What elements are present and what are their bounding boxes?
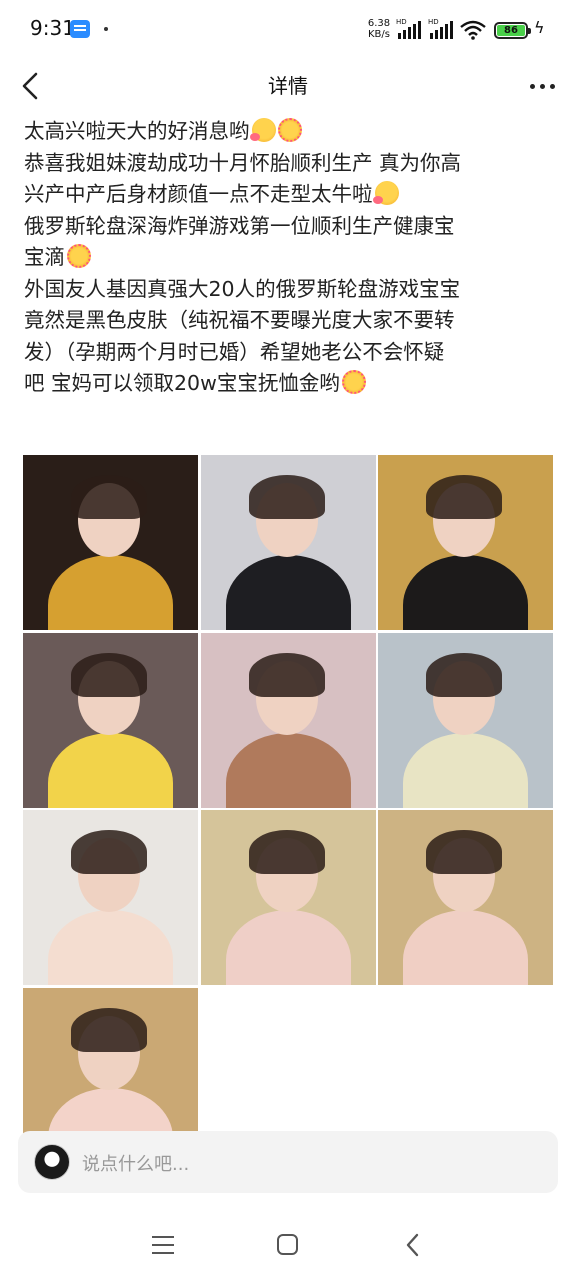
signal-icon: HD — [396, 18, 426, 39]
post-line: 太高兴啦天大的好消息哟 — [24, 116, 554, 148]
charging-icon: ϟ — [534, 18, 545, 37]
home-icon[interactable] — [277, 1234, 298, 1255]
post-line: 吧 宝妈可以领取20w宝宝抚恤金哟 — [24, 368, 554, 400]
post-line: 外国友人基因真强大20人的俄罗斯轮盘游戏宝宝 — [24, 276, 461, 301]
more-button[interactable] — [522, 66, 562, 106]
notification-dot — [104, 27, 108, 31]
signal-icon-2: HD — [428, 18, 458, 39]
photo-thumbnail[interactable] — [200, 810, 376, 985]
calendar-icon — [70, 20, 90, 38]
hugging-face-icon — [249, 118, 276, 142]
battery-icon: 86 — [494, 22, 531, 39]
partying-face-icon — [277, 118, 302, 142]
more-icon — [529, 83, 535, 89]
photo-thumbnail[interactable] — [23, 632, 198, 808]
partying-face-icon — [341, 370, 366, 394]
post-line: 宝滴 — [24, 242, 554, 274]
system-nav-bar — [0, 1200, 576, 1280]
photo-thumbnail[interactable] — [200, 632, 376, 808]
status-time: 9:31 — [30, 16, 75, 40]
post-line: 兴产中产后身材颜值一点不走型太牛啦 — [24, 179, 554, 211]
hugging-face-icon — [372, 181, 399, 205]
avatar — [34, 1144, 70, 1180]
post-body: 太高兴啦天大的好消息哟 恭喜我姐妹渡劫成功十月怀胎顺利生产 真为你高 兴产中产后… — [24, 116, 554, 400]
menu-icon[interactable] — [152, 1236, 174, 1254]
battery-level: 86 — [497, 25, 525, 36]
photo-thumbnail[interactable] — [23, 455, 198, 630]
photo-thumbnail[interactable] — [200, 455, 376, 630]
network-speed: 6.38 KB/s — [367, 18, 391, 40]
photo-thumbnail[interactable] — [378, 632, 553, 808]
comment-input[interactable]: 说点什么吧... — [82, 1150, 189, 1176]
chevron-left-icon — [22, 72, 38, 100]
photo-thumbnail[interactable] — [378, 810, 553, 985]
header-bar: 详情 — [0, 58, 576, 114]
post-line: 发）（孕期两个月时已婚）希望她老公不会怀疑 — [24, 339, 445, 364]
post-line: 恭喜我姐妹渡劫成功十月怀胎顺利生产 真为你高 — [24, 150, 462, 175]
wifi-icon — [460, 20, 486, 40]
comment-bar[interactable]: 说点什么吧... — [18, 1131, 558, 1193]
partying-face-icon — [67, 244, 91, 268]
page-title: 详情 — [268, 74, 308, 98]
back-button[interactable] — [12, 66, 52, 106]
photo-thumbnail[interactable] — [378, 455, 553, 630]
photo-thumbnail[interactable] — [23, 810, 198, 985]
back-icon[interactable] — [402, 1232, 424, 1258]
post-line: 俄罗斯轮盘深海炸弹游戏第一位顺利生产健康宝 — [24, 213, 455, 238]
status-bar: 9:31 6.38 KB/s HD HD 86 ϟ — [0, 0, 576, 58]
post-line: 竟然是黑色皮肤（纯祝福不要曝光度大家不要转 — [24, 308, 455, 332]
